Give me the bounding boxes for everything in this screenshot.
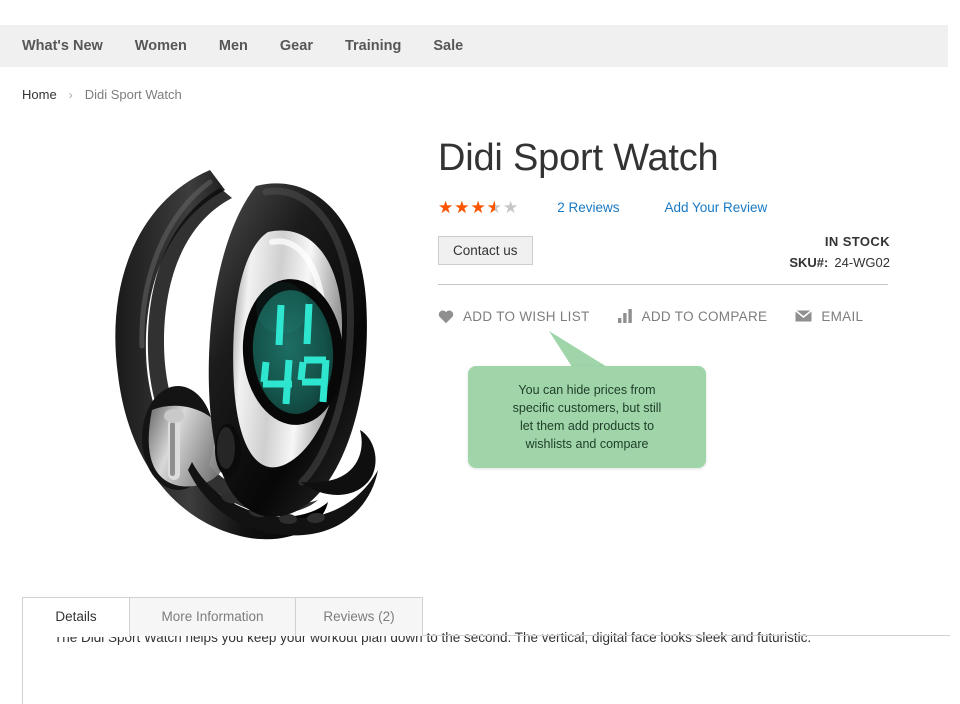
main-navigation: What's New Women Men Gear Training Sale <box>0 25 948 67</box>
watch-illustration <box>115 170 378 540</box>
product-page: What's New Women Men Gear Training Sale … <box>0 0 960 704</box>
add-to-compare-label: ADD TO COMPARE <box>641 308 768 324</box>
info-divider <box>438 283 888 285</box>
purchase-row: Contact us IN STOCK SKU#: 24-WG02 <box>438 234 890 270</box>
nav-item-women[interactable]: Women <box>119 25 203 67</box>
product-info-panel: Didi Sport Watch ★★★★★ ★★★★★ 2 Reviews A… <box>438 137 890 324</box>
stock-block: IN STOCK SKU#: 24-WG02 <box>789 234 890 270</box>
nav-item-training[interactable]: Training <box>329 25 417 67</box>
email-link[interactable]: EMAIL <box>795 309 863 324</box>
nav-item-men[interactable]: Men <box>203 25 264 67</box>
envelope-icon <box>795 310 813 322</box>
sku-value: 24-WG02 <box>834 254 890 270</box>
page-title: Didi Sport Watch <box>438 137 719 179</box>
stars-filled-icon: ★★★★★ <box>438 198 495 216</box>
rating-stars[interactable]: ★★★★★ ★★★★★ <box>438 199 519 217</box>
status-badge: IN STOCK <box>824 233 890 249</box>
bar-chart-icon <box>617 309 633 324</box>
tab-details[interactable]: Details <box>22 597 130 637</box>
contact-us-button[interactable]: Contact us <box>438 235 533 266</box>
reviews-count-link[interactable]: 2 Reviews <box>557 200 619 215</box>
product-image[interactable] <box>60 130 420 550</box>
nav-item-whats-new[interactable]: What's New <box>6 25 119 67</box>
hint-callout: You can hide prices from specific custom… <box>468 366 706 468</box>
breadcrumb: Home › Didi Sport Watch <box>22 87 182 102</box>
nav-item-sale[interactable]: Sale <box>417 25 479 67</box>
nav-item-gear[interactable]: Gear <box>264 25 329 67</box>
add-to-compare-link[interactable]: ADD TO COMPARE <box>617 308 768 324</box>
breadcrumb-current-page: Didi Sport Watch <box>84 87 182 102</box>
breadcrumb-home-link[interactable]: Home <box>22 87 57 102</box>
add-your-review-link[interactable]: Add Your Review <box>664 200 767 215</box>
add-to-wish-list-link[interactable]: ADD TO WISH LIST <box>438 309 590 324</box>
tabs-list: Details More Information Reviews (2) <box>22 597 950 637</box>
product-action-links: ADD TO WISH LIST ADD TO COMPARE EMAIL <box>438 309 890 324</box>
hint-callout-text: You can hide prices from specific custom… <box>512 382 662 452</box>
sku-line: SKU#: 24-WG02 <box>789 255 890 270</box>
email-label: EMAIL <box>821 308 864 324</box>
product-tabs: Details More Information Reviews (2) The… <box>22 597 950 704</box>
breadcrumb-separator-icon: › <box>68 87 73 102</box>
sku-label: SKU#: <box>789 254 829 270</box>
tab-more-information[interactable]: More Information <box>129 597 296 636</box>
add-to-wish-list-label: ADD TO WISH LIST <box>463 308 590 324</box>
rating-row: ★★★★★ ★★★★★ 2 Reviews Add Your Review <box>438 198 890 218</box>
heart-icon <box>438 309 454 324</box>
tab-reviews[interactable]: Reviews (2) <box>295 597 423 636</box>
